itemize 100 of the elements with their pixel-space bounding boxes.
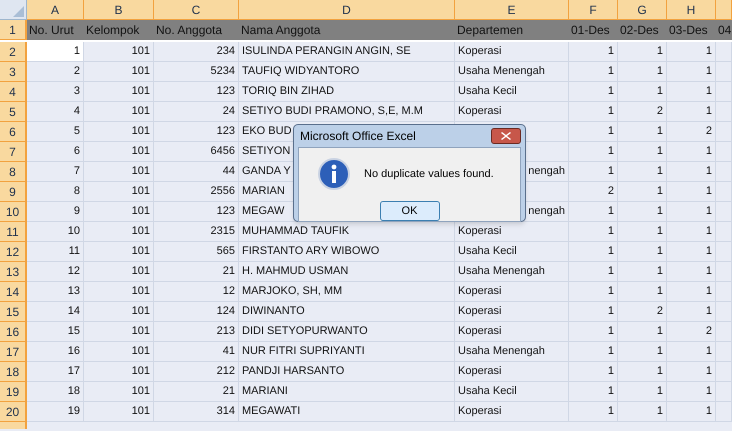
table-cell: 24 <box>154 102 239 122</box>
table-cell: 1 <box>618 162 667 182</box>
dialog-title: Microsoft Office Excel <box>299 128 416 145</box>
header-cell: Nama Anggota <box>239 20 455 40</box>
table-cell: 1 <box>569 342 618 362</box>
row-header[interactable]: 16 <box>0 322 27 342</box>
table-cell: Koperasi <box>455 362 569 382</box>
column-header[interactable] <box>716 0 732 20</box>
row-header[interactable]: 6 <box>0 122 27 142</box>
table-cell: 1 <box>667 222 716 242</box>
table-cell: 1 <box>618 42 667 62</box>
table-cell: 1 <box>667 142 716 162</box>
column-header[interactable]: E <box>455 0 569 20</box>
header-cell: 01-Des <box>569 20 618 40</box>
table-cell: 2 <box>569 182 618 202</box>
table-cell: 1 <box>569 242 618 262</box>
row-header[interactable]: 11 <box>0 222 27 242</box>
row-header[interactable]: 2 <box>0 42 27 62</box>
table-cell: 101 <box>84 242 154 262</box>
table-cell: 12 <box>27 262 84 282</box>
table-cell: 1 <box>569 282 618 302</box>
table-cell: 101 <box>84 102 154 122</box>
table-cell: 7 <box>27 162 84 182</box>
table-cell: 101 <box>84 402 154 422</box>
table-cell: 101 <box>84 262 154 282</box>
row-header[interactable]: 4 <box>0 82 27 102</box>
row-header[interactable]: 8 <box>0 162 27 182</box>
select-all-corner[interactable] <box>0 0 27 20</box>
table-cell: 5 <box>27 122 84 142</box>
table-cell: 101 <box>84 82 154 102</box>
column-header[interactable]: D <box>239 0 455 20</box>
table-cell: Koperasi <box>455 102 569 122</box>
row-header[interactable]: 9 <box>0 182 27 202</box>
table-cell: 101 <box>84 362 154 382</box>
table-cell: FIRSTANTO ARY WIBOWO <box>239 242 455 262</box>
table-cell: 1 <box>569 162 618 182</box>
table-cell: 1 <box>569 262 618 282</box>
header-cell: Departemen <box>455 20 569 40</box>
column-header[interactable]: G <box>618 0 667 20</box>
row-header[interactable]: 15 <box>0 302 27 322</box>
column-header[interactable]: H <box>667 0 716 20</box>
table-cell: 1 <box>667 162 716 182</box>
row-header[interactable]: 14 <box>0 282 27 302</box>
table-cell: 1 <box>618 122 667 142</box>
table-cell: 1 <box>569 122 618 142</box>
table-cell: Usaha Kecil <box>455 382 569 402</box>
table-cell: DIWINANTO <box>239 302 455 322</box>
row-header[interactable]: 5 <box>0 102 27 122</box>
table-cell: 1 <box>618 82 667 102</box>
table-cell: 1 <box>569 402 618 422</box>
table-cell: MUHAMMAD TAUFIK <box>239 222 455 242</box>
table-cell: PANDJI HARSANTO <box>239 362 455 382</box>
table-cell: Usaha Kecil <box>455 242 569 262</box>
table-cell: 2315 <box>154 222 239 242</box>
table-cell: 213 <box>154 322 239 342</box>
row-header[interactable]: 12 <box>0 242 27 262</box>
row-header[interactable]: 7 <box>0 142 27 162</box>
table-cell: 212 <box>154 362 239 382</box>
close-button[interactable] <box>491 128 521 144</box>
table-cell: Koperasi <box>455 282 569 302</box>
close-icon <box>501 132 511 140</box>
table-cell: 2 <box>618 302 667 322</box>
header-cell: 03-Des <box>667 20 716 40</box>
table-cell: 1 <box>667 362 716 382</box>
row-header[interactable]: 19 <box>0 382 27 402</box>
table-cell: MARJOKO, SH, MM <box>239 282 455 302</box>
row-header[interactable]: 10 <box>0 202 27 222</box>
column-header[interactable]: C <box>154 0 239 20</box>
table-cell: 1 <box>667 382 716 402</box>
table-cell: 1 <box>618 362 667 382</box>
table-cell: 13 <box>27 282 84 302</box>
table-cell: 101 <box>84 342 154 362</box>
table-cell: 19 <box>27 402 84 422</box>
table-cell: 1 <box>618 342 667 362</box>
column-header[interactable]: B <box>84 0 154 20</box>
table-cell: Koperasi <box>455 302 569 322</box>
header-cell: 04 <box>716 20 732 40</box>
row-header[interactable]: 1 <box>0 20 27 40</box>
table-cell: Usaha Menengah <box>455 342 569 362</box>
table-cell: 101 <box>84 162 154 182</box>
table-cell: 1 <box>667 242 716 262</box>
information-icon <box>318 158 350 190</box>
row-header[interactable] <box>0 422 27 429</box>
row-header[interactable]: 18 <box>0 362 27 382</box>
table-cell: TORIQ BIN ZIHAD <box>239 82 455 102</box>
table-cell: 1 <box>618 142 667 162</box>
row-header[interactable]: 13 <box>0 262 27 282</box>
table-cell: 21 <box>154 262 239 282</box>
corner-triangle-icon <box>13 6 24 17</box>
column-header[interactable]: F <box>569 0 618 20</box>
table-cell: Koperasi <box>455 402 569 422</box>
table-cell: 101 <box>84 302 154 322</box>
row-header[interactable]: 20 <box>0 402 27 422</box>
ok-button[interactable]: OK <box>380 201 440 221</box>
row-header[interactable]: 17 <box>0 342 27 362</box>
row-header[interactable]: 3 <box>0 62 27 82</box>
table-cell: 1 <box>569 42 618 62</box>
table-cell: 1 <box>667 202 716 222</box>
table-cell: 1 <box>618 62 667 82</box>
column-header[interactable]: A <box>27 0 84 20</box>
